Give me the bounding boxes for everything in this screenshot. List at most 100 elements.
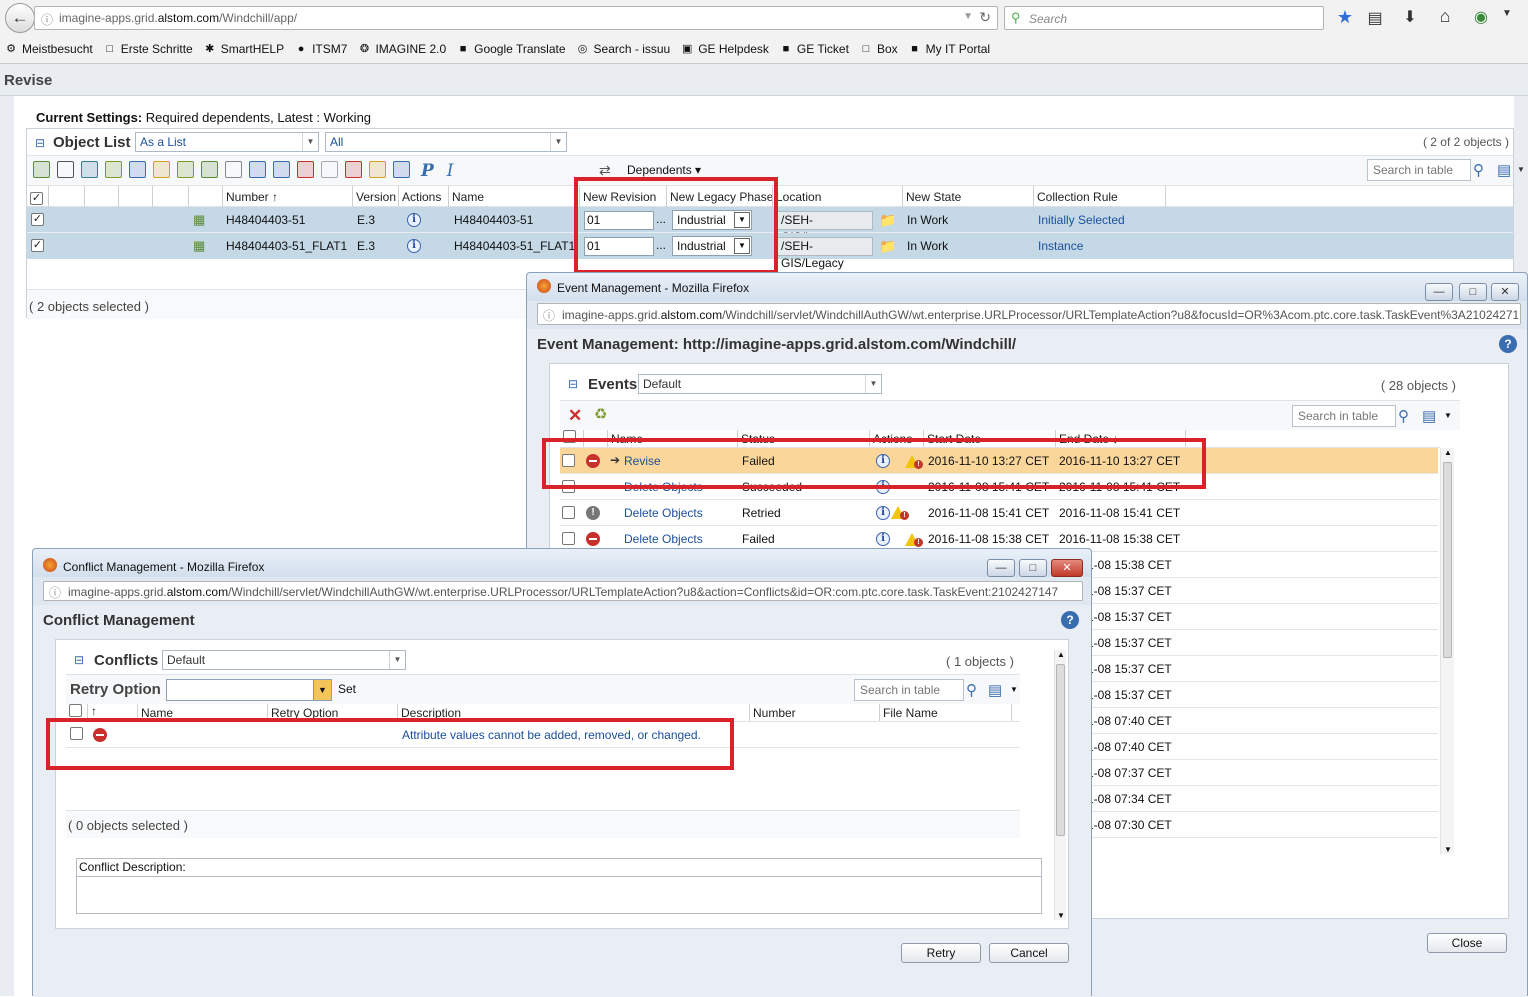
- maximize-button[interactable]: □: [1019, 559, 1047, 577]
- filter-select[interactable]: All ▼: [325, 132, 567, 152]
- location-field[interactable]: /SEH-GIS/Legacy: [777, 237, 873, 270]
- select-all-checkbox[interactable]: ✓: [30, 192, 43, 205]
- bookmark-item[interactable]: ◎ Search - issuu: [576, 42, 671, 56]
- url-bar[interactable]: ⓘ imagine-apps.grid.alstom.com/Windchill…: [34, 6, 998, 30]
- set-button[interactable]: Set: [338, 682, 356, 696]
- warning-icon[interactable]: !: [905, 533, 923, 547]
- events-view-select[interactable]: Default ▼: [638, 374, 882, 394]
- search-bar[interactable]: ⚲ Search: [1004, 6, 1324, 30]
- info-icon[interactable]: i: [876, 532, 890, 546]
- retry-option-select[interactable]: ▼: [166, 679, 332, 701]
- help-icon[interactable]: ?: [1499, 335, 1517, 353]
- collapse-icon[interactable]: ⊟: [35, 136, 45, 150]
- chevron-down-icon[interactable]: ▼: [1444, 411, 1452, 420]
- view-select[interactable]: As a List ▼: [135, 132, 319, 152]
- search-icon[interactable]: ⚲: [966, 681, 977, 699]
- row-checkbox[interactable]: ✓: [31, 213, 44, 226]
- bookmark-item[interactable]: □ Box: [859, 42, 898, 56]
- conflict-url-bar[interactable]: ⓘ imagine-apps.grid.alstom.com/Windchill…: [43, 581, 1083, 601]
- cancel-button[interactable]: Cancel: [989, 943, 1069, 963]
- chevron-down-icon[interactable]: ▼: [1010, 685, 1018, 694]
- toolbar-action-icon[interactable]: [225, 161, 242, 178]
- warning-icon[interactable]: !: [891, 506, 909, 520]
- toolbar-action-icon[interactable]: [273, 161, 290, 178]
- bookmark-star-icon[interactable]: ★: [1334, 7, 1356, 28]
- bookmark-item[interactable]: ● ITSM7: [294, 42, 348, 56]
- bookmark-item[interactable]: ▣ GE Helpdesk: [680, 42, 769, 56]
- bookmarks-list-icon[interactable]: ▤: [1364, 8, 1386, 28]
- toolbar-action-icon[interactable]: [177, 161, 194, 178]
- toolbar-action-icon[interactable]: [249, 161, 266, 178]
- col-number[interactable]: Number ↑: [223, 186, 353, 208]
- folder-icon[interactable]: 📁: [879, 238, 896, 255]
- home-icon[interactable]: ⌂: [1434, 6, 1456, 27]
- scroll-thumb[interactable]: [1056, 664, 1065, 836]
- toolbar-action-icon[interactable]: [321, 161, 338, 178]
- collapse-icon[interactable]: ⊟: [568, 377, 578, 391]
- reload-icon[interactable]: ↻: [979, 9, 991, 26]
- conflicts-view-select[interactable]: Default ▼: [162, 650, 406, 670]
- conflicts-scrollbar[interactable]: ▲ ▼: [1054, 650, 1066, 920]
- bookmark-item[interactable]: ■ Google Translate: [456, 42, 566, 56]
- col-location[interactable]: Location: [773, 186, 903, 208]
- search-icon[interactable]: ⚲: [1398, 407, 1409, 425]
- bookmark-item[interactable]: ■ GE Ticket: [779, 42, 849, 56]
- col-new-state[interactable]: New State: [903, 186, 1034, 208]
- scroll-down-icon[interactable]: ▼: [1444, 845, 1452, 854]
- toolbar-action-icon[interactable]: [201, 161, 218, 178]
- table-view-icon[interactable]: ▤: [988, 681, 1002, 699]
- chevron-down-icon[interactable]: ▼: [1517, 165, 1525, 174]
- toolbar-action-icon[interactable]: [369, 161, 386, 178]
- retry-button[interactable]: Retry: [901, 943, 981, 963]
- table-search-input[interactable]: Search in table: [1367, 159, 1471, 181]
- row-checkbox[interactable]: ✓: [31, 239, 44, 252]
- col-file-name[interactable]: File Name: [880, 704, 1012, 721]
- maximize-button[interactable]: □: [1459, 283, 1487, 301]
- minimize-button[interactable]: —: [1425, 283, 1453, 301]
- help-icon[interactable]: ?: [1061, 611, 1079, 629]
- toolbar-action-icon[interactable]: [81, 161, 98, 178]
- bookmark-item[interactable]: ❂ IMAGINE 2.0: [357, 42, 446, 56]
- toolbar-action-icon[interactable]: [345, 161, 362, 178]
- menu-dropdown-icon[interactable]: ▼: [1496, 8, 1518, 19]
- close-window-button[interactable]: ✕: [1491, 283, 1519, 301]
- search-icon[interactable]: ⚲: [1473, 161, 1484, 179]
- bookmark-item[interactable]: □ Erste Schritte: [103, 42, 192, 56]
- col-collection-rule[interactable]: Collection Rule: [1034, 186, 1166, 208]
- retry-icon[interactable]: ♻: [594, 405, 607, 423]
- conflicts-search-input[interactable]: Search in table: [854, 679, 964, 701]
- promote-icon[interactable]: P: [421, 161, 434, 181]
- back-button[interactable]: ←: [5, 3, 35, 33]
- dependents-menu[interactable]: Dependents ▾: [627, 163, 701, 177]
- col-version[interactable]: Version: [353, 186, 399, 208]
- minimize-button[interactable]: —: [987, 559, 1015, 577]
- row-checkbox[interactable]: [562, 506, 575, 519]
- toolbar-action-icon[interactable]: [393, 161, 410, 178]
- toolbar-action-icon[interactable]: [153, 161, 170, 178]
- download-icon[interactable]: ⬇: [1399, 7, 1421, 27]
- select-all-checkbox[interactable]: [69, 704, 82, 717]
- collapse-icon[interactable]: ⊟: [74, 653, 84, 667]
- row-collection-rule[interactable]: Instance: [1038, 239, 1083, 253]
- events-scrollbar[interactable]: ▲ ▼: [1440, 448, 1454, 854]
- row-checkbox[interactable]: [562, 532, 575, 545]
- toolbar-action-icon[interactable]: [129, 161, 146, 178]
- toolbar-action-icon[interactable]: [57, 161, 74, 178]
- col-name[interactable]: Name: [449, 186, 580, 208]
- conflict-description-box[interactable]: Conflict Description:: [76, 858, 1042, 914]
- info-icon[interactable]: i: [876, 506, 890, 520]
- scroll-down-icon[interactable]: ▼: [1057, 911, 1065, 920]
- scroll-up-icon[interactable]: ▲: [1444, 448, 1452, 457]
- table-view-icon[interactable]: ▤: [1422, 407, 1436, 425]
- bookmark-item[interactable]: ✱ SmartHELP: [203, 42, 284, 56]
- info-icon[interactable]: i: [407, 239, 421, 253]
- scroll-thumb[interactable]: [1443, 462, 1452, 658]
- table-view-icon[interactable]: ▤: [1497, 161, 1511, 179]
- bookmark-item[interactable]: ■ My IT Portal: [908, 42, 990, 56]
- close-button[interactable]: Close: [1427, 933, 1507, 953]
- toolbar-action-icon[interactable]: [33, 161, 50, 178]
- info-icon[interactable]: i: [407, 213, 421, 227]
- addon-icon[interactable]: ◉: [1470, 7, 1492, 27]
- table-row[interactable]: ! Delete Objects Retried i! 2016-11-08 15:41…: [560, 500, 1438, 526]
- event-name[interactable]: Delete Objects: [624, 506, 703, 520]
